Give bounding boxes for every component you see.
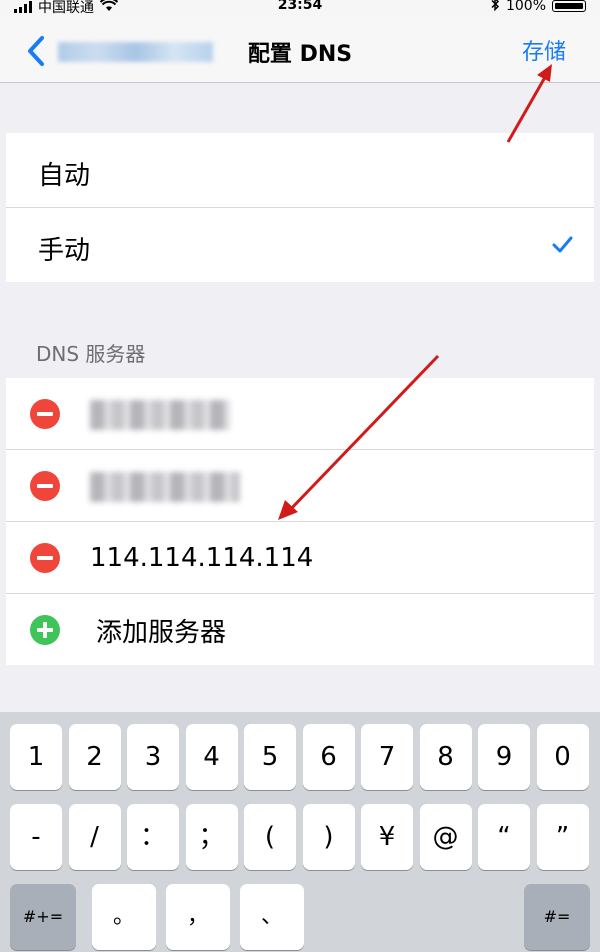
key-digit[interactable]: 3 [127,724,179,790]
delete-server-button[interactable] [30,471,60,501]
delete-server-button[interactable] [30,543,60,573]
mode-option-manual[interactable]: 手动 [6,208,594,282]
key-digit[interactable]: 1 [10,724,62,790]
key-digit[interactable]: 9 [478,724,530,790]
dns-server-row [6,378,594,450]
key-symbol[interactable]: ； [185,804,238,870]
key-symbol[interactable]: ： [127,804,179,870]
mode-option-label: 自动 [38,161,91,191]
key-digit[interactable]: 7 [361,724,413,790]
key-symbol[interactable]: ( [244,804,296,870]
bluetooth-icon [490,0,500,15]
add-server-icon[interactable] [30,615,60,645]
key-symbol[interactable]: “ [478,804,530,870]
key-more-symbols[interactable]: #+= [10,884,76,950]
battery-icon [552,0,586,12]
key-fullwidth-comma[interactable]: ， [166,884,230,950]
key-digit[interactable]: 4 [185,724,238,790]
key-digit[interactable]: 8 [419,724,472,790]
dns-server-list: 添加服务器 [6,378,594,665]
status-right: 100% [490,0,586,15]
navigation-bar: 配置 DNS 存储 [0,16,600,83]
add-server-label[interactable]: 添加服务器 [96,612,226,649]
key-symbol[interactable]: ) [302,804,355,870]
delete-server-button[interactable] [30,399,60,429]
key-digit[interactable]: 2 [68,724,121,790]
key-digit[interactable]: 6 [302,724,355,790]
key-ideographic-full-stop[interactable]: 。 [92,884,156,950]
numeric-keyboard: 1234567890 - /：；() ¥ @ “” #+= 。 ， 、 #= [0,712,600,952]
key-symbol[interactable]: ¥ [361,804,413,870]
dns-section-header: DNS 服务器 [36,342,146,366]
key-symbol[interactable]: - [10,804,62,870]
checkmark-icon [552,236,573,253]
save-button[interactable]: 存储 [522,34,566,66]
battery-percent: 100% [505,0,546,14]
dns-server-row [6,450,594,522]
key-digit[interactable]: 5 [244,724,296,790]
key-symbol[interactable]: ” [536,804,589,870]
status-bar: 中国联通 23:54 100% [0,0,600,16]
dns-mode-group: 自动 手动 [6,133,594,282]
dns-server-input[interactable] [90,540,450,576]
key-symbol[interactable]: @ [419,804,472,870]
key-symbols-toggle[interactable]: #= [524,884,590,950]
mode-option-label: 手动 [38,236,91,266]
page-title: 配置 DNS [247,42,353,67]
key-symbol[interactable]: / [68,804,121,870]
add-server-row[interactable]: 添加服务器 [6,594,594,665]
server-address-blurred[interactable] [90,472,240,502]
dns-server-row [6,522,594,594]
mode-option-auto[interactable]: 自动 [6,133,594,208]
key-enumeration-comma[interactable]: 、 [240,884,304,950]
key-digit[interactable]: 0 [536,724,589,790]
server-address-blurred[interactable] [90,400,230,430]
